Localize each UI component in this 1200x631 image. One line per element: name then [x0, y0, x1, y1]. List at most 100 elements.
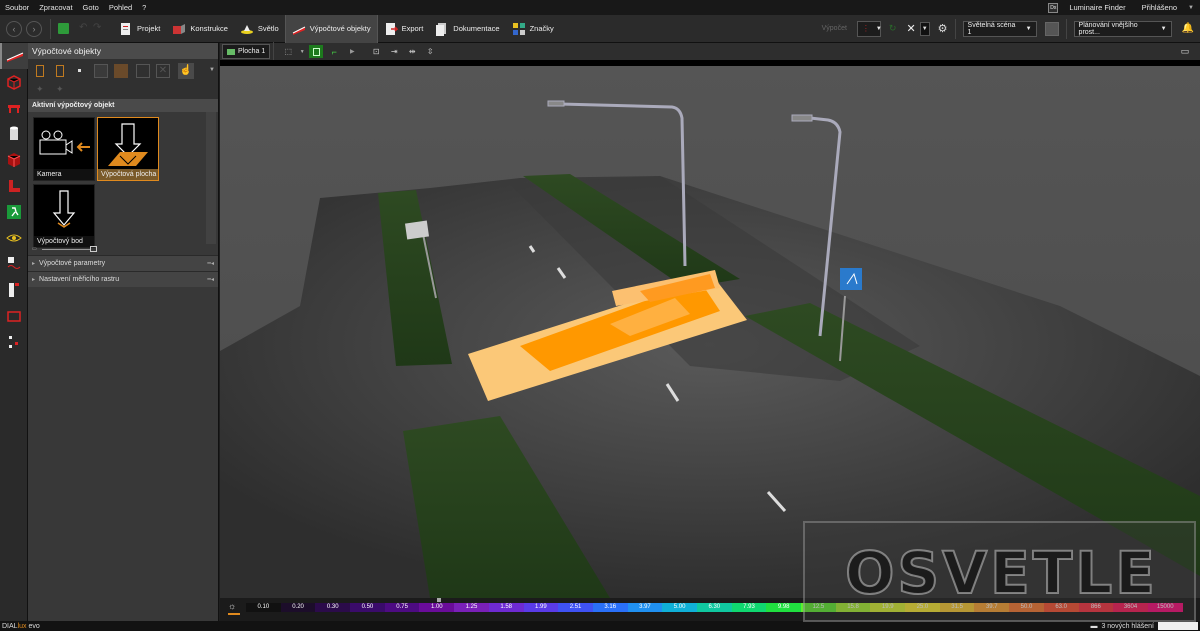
pin-icon[interactable]: ━◂: [207, 260, 214, 267]
menu-goto[interactable]: Goto: [78, 0, 104, 15]
chevron-down-icon[interactable]: ▼: [919, 21, 930, 36]
menu-soubor[interactable]: Soubor: [0, 0, 34, 15]
sidebar-item-glare[interactable]: [0, 251, 28, 277]
save-icon[interactable]: [58, 23, 69, 34]
sidebar-item-vertical-surface[interactable]: [0, 277, 28, 303]
tool-a-icon[interactable]: ✦: [36, 84, 44, 95]
3d-viewport[interactable]: [220, 66, 1200, 598]
gear-icon[interactable]: ⚙: [938, 22, 948, 35]
zoom-slider[interactable]: ▭: [32, 246, 98, 253]
menu-help[interactable]: ?: [137, 0, 151, 15]
section-raster-settings[interactable]: ▸ Nastavení měřicího rastru ━◂: [28, 271, 218, 287]
sidebar-item-wall[interactable]: [0, 173, 28, 199]
toolbar-divider: [954, 18, 956, 39]
run-calc-icon[interactable]: ↻: [889, 23, 897, 34]
sidebar-item-observer[interactable]: [0, 225, 28, 251]
calc-objects-icon: [292, 22, 306, 36]
calc-label[interactable]: Výpočet: [822, 25, 847, 32]
object-tile-calc-surface[interactable]: Výpočtová plocha: [97, 117, 159, 181]
tab-vypoctove-objekty[interactable]: Výpočtové objekty: [284, 14, 378, 43]
tab-znacky[interactable]: Značky: [506, 15, 560, 43]
back-icon[interactable]: ‹: [6, 20, 22, 37]
tab-svetlo[interactable]: Světlo: [234, 15, 285, 43]
play-icon[interactable]: ▶: [345, 45, 359, 58]
sidebar-item-cylinder[interactable]: [0, 121, 28, 147]
calc-dropdown[interactable]: ⋮ ▼: [856, 20, 882, 37]
tab-export[interactable]: Export: [378, 15, 430, 43]
object-tile-camera[interactable]: Kamera: [33, 117, 95, 181]
undo-icon[interactable]: ↶: [79, 22, 89, 36]
brand-suffix: evo: [26, 622, 40, 630]
brand-lux: lux: [17, 622, 27, 630]
scene-dropdown[interactable]: Světelná scéna 1 ▼: [962, 20, 1037, 37]
section-calc-parameters[interactable]: ▸ Výpočtové parametry ━◂: [28, 255, 218, 271]
sidebar-item-points[interactable]: [0, 329, 28, 355]
planning-dropdown[interactable]: Plánování vnějšího prost... ▼: [1073, 20, 1172, 37]
login-status[interactable]: Přihlášeno: [1137, 0, 1182, 15]
door-tool-icon[interactable]: [36, 65, 44, 77]
bell-icon[interactable]: 🔔: [1182, 23, 1194, 34]
tab-label: Dokumentace: [453, 24, 500, 33]
tab-projekt[interactable]: Projekt: [113, 15, 166, 43]
chevron-down-icon: ▼: [875, 25, 882, 32]
fit-view-icon[interactable]: ⊡: [369, 45, 383, 58]
construction-icon: [172, 22, 186, 36]
legend-accent: [228, 613, 240, 615]
sidebar-item-calc-surface[interactable]: [0, 43, 28, 69]
gallery-scrollbar[interactable]: [206, 112, 216, 244]
sidebar-item-rect-surface[interactable]: [0, 303, 28, 329]
calc-objects-panel: Výpočtové objekty ✕ ☝ ▼ ✦ ✦ Aktivní výpo…: [28, 43, 219, 621]
marks-icon: [512, 22, 526, 36]
luminaire-finder-link[interactable]: Luminaire Finder: [1064, 0, 1130, 15]
distribute-h-icon[interactable]: ⇹: [405, 45, 419, 58]
tab-dokumentace[interactable]: Dokumentace: [429, 15, 505, 43]
points-icon: [9, 336, 18, 348]
align-icon[interactable]: ⇥: [387, 45, 401, 58]
window-tool-icon[interactable]: [56, 65, 64, 77]
sidebar-item-emergency[interactable]: [0, 199, 28, 225]
luminaire-finder-icon[interactable]: Dx: [1048, 2, 1059, 13]
tool-b-icon[interactable]: ✦: [56, 84, 64, 95]
object-label: Výpočtový bod: [34, 236, 94, 247]
sidebar-item-room[interactable]: [0, 69, 28, 95]
monitor-icon[interactable]: ▭: [1178, 45, 1192, 58]
calc-point-icon: [52, 190, 76, 228]
scene-options-icon[interactable]: [1044, 21, 1059, 36]
legend-swatch: 1.58: [488, 603, 524, 612]
glare-icon: [7, 257, 21, 269]
hand-pointer-icon[interactable]: ☝: [178, 63, 194, 79]
point-tool-icon[interactable]: [78, 69, 81, 72]
grid-tool-icon[interactable]: [94, 64, 108, 78]
menu-pohled[interactable]: Pohled: [104, 0, 137, 15]
redo-icon[interactable]: ↷: [93, 22, 103, 36]
object-tile-calc-point[interactable]: Výpočtový bod: [33, 184, 95, 248]
raster-tool-icon[interactable]: [136, 64, 150, 78]
close-icon[interactable]: ✕: [906, 22, 915, 35]
toolbar-right: Výpočet ⋮ ▼ ↻ ✕ ▼ ⚙ Světelná scéna 1 ▼ Plá…: [822, 18, 1200, 39]
chevron-down-icon[interactable]: ▼: [1188, 5, 1194, 11]
distribute-v-icon[interactable]: ⇳: [423, 45, 437, 58]
sun-icon[interactable]: ☼: [228, 601, 236, 611]
calc-state-icon: ⋮: [861, 24, 870, 33]
legend-swatch: 1.00: [419, 603, 455, 612]
draw-polygon-icon[interactable]: ⌐: [327, 45, 341, 58]
draw-rect-icon[interactable]: [309, 45, 324, 58]
chevron-down-icon[interactable]: ▼: [209, 67, 215, 73]
tab-konstrukce[interactable]: Konstrukce: [166, 15, 234, 43]
room-icon: [7, 75, 21, 90]
texture-tool-icon[interactable]: [114, 64, 128, 78]
cross-tool-icon[interactable]: ✕: [156, 64, 170, 78]
select-rect-icon[interactable]: ⬚: [281, 45, 295, 58]
pin-icon[interactable]: ━◂: [207, 276, 214, 283]
legend-marker[interactable]: [437, 598, 441, 602]
export-icon: [384, 22, 399, 36]
sidebar-item-cube[interactable]: [0, 147, 28, 173]
tab-plocha-1[interactable]: Plocha 1: [222, 44, 271, 59]
forward-icon[interactable]: ›: [26, 20, 42, 37]
eye-icon: [6, 234, 22, 242]
main-toolbar: ‹ › ↶ ↷ Projekt Konstrukce Světlo Výpočt…: [0, 14, 1200, 43]
chevron-right-icon: ▸: [32, 261, 36, 267]
sidebar-item-table[interactable]: [0, 95, 28, 121]
menu-zpracovat[interactable]: Zpracovat: [34, 0, 77, 15]
chevron-down-icon[interactable]: ▼: [299, 45, 305, 58]
